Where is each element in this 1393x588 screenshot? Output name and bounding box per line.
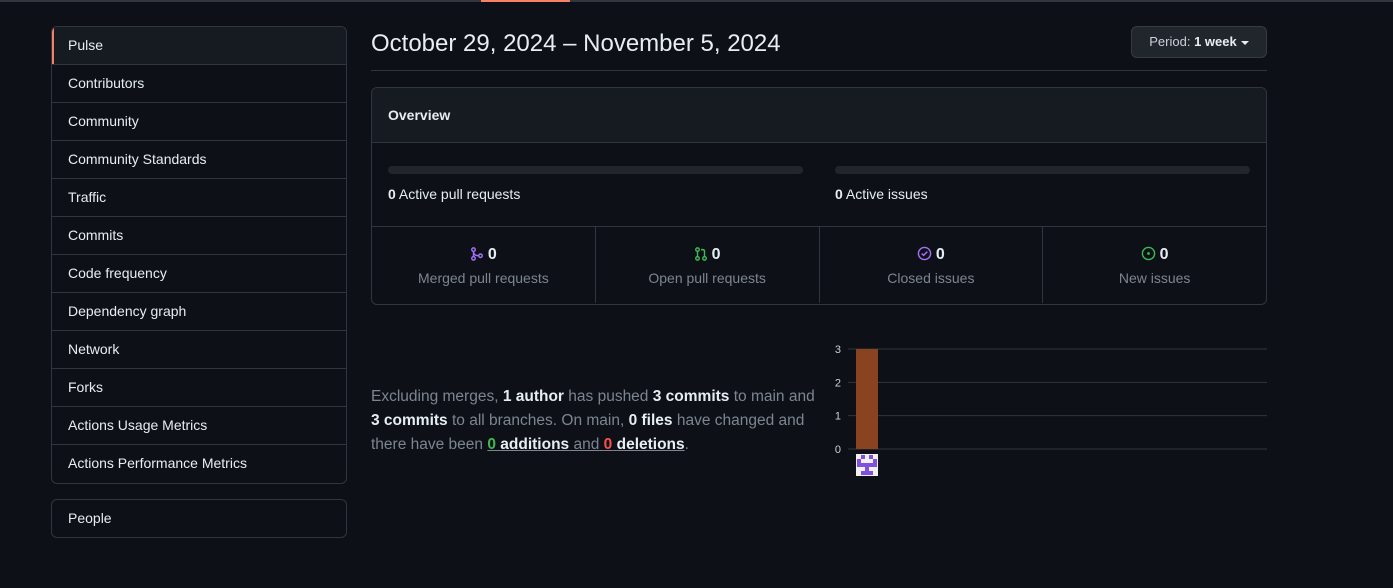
sidebar-item-actions-performance-metrics[interactable]: Actions Performance Metrics — [52, 445, 346, 483]
overview-progress-section: 0 Active pull requests 0 Active issues — [372, 143, 1266, 227]
active-issues-link[interactable]: 0 Active issues — [835, 186, 928, 202]
y-tick-label: 3 — [835, 344, 841, 356]
new-issues-stat[interactable]: 0 New issues — [1043, 227, 1266, 303]
active-tab-indicator — [481, 0, 570, 2]
top-border — [0, 0, 1393, 2]
commits-main-count: 3 commits — [652, 387, 730, 405]
closed-issues-stat[interactable]: 0 Closed issues — [820, 227, 1044, 303]
sidebar-item-community[interactable]: Community — [52, 103, 346, 141]
period-value: 1 week — [1194, 34, 1237, 49]
closed-issues-count: 0 — [935, 246, 945, 263]
commit-summary: Excluding merges, 1 author has pushed 3 … — [371, 387, 815, 453]
y-tick-label: 1 — [835, 411, 841, 423]
git-pull-request-icon — [694, 247, 707, 261]
period-dropdown-button[interactable]: Period: 1 week — [1131, 26, 1267, 58]
new-issues-label: New issues — [1118, 270, 1191, 286]
commits-all-count: 3 commits — [371, 411, 448, 429]
and-text: and — [573, 435, 600, 453]
active-pull-requests-count: 0 — [388, 186, 396, 202]
open-pull-requests-label: Open pull requests — [648, 270, 766, 286]
sidebar-item-network[interactable]: Network — [52, 331, 346, 369]
period-label: Period: — [1149, 34, 1191, 49]
commits-by-author-chart: 0 1 2 3 — [828, 340, 1268, 480]
issue-opened-icon — [1141, 246, 1155, 261]
merged-pull-requests-count: 0 — [487, 246, 497, 263]
additions-label: additions — [500, 435, 570, 453]
sidebar-item-contributors[interactable]: Contributors — [52, 65, 346, 103]
overview-title: Overview — [372, 88, 1266, 143]
active-issues-label: Active issues — [845, 186, 928, 202]
overview-stats: 0 Merged pull requests 0 Open pull reque… — [372, 227, 1266, 303]
merged-pull-requests-stat[interactable]: 0 Merged pull requests — [372, 227, 596, 303]
author-avatar[interactable] — [856, 454, 878, 476]
git-merge-icon — [470, 247, 483, 261]
caret-down-icon — [1240, 40, 1249, 45]
overview-box: Overview 0 Active pull requests 0 Active… — [371, 87, 1267, 305]
sidebar-item-forks[interactable]: Forks — [52, 369, 346, 407]
merged-pull-requests-label: Merged pull requests — [418, 270, 549, 286]
issue-closed-icon — [917, 246, 932, 261]
new-issues-count: 0 — [1159, 246, 1169, 263]
active-issues-count: 0 — [835, 186, 843, 202]
sidebar-item-traffic[interactable]: Traffic — [52, 179, 346, 217]
sidebar-item-people[interactable]: People — [51, 499, 347, 538]
sidebar-item-community-standards[interactable]: Community Standards — [52, 141, 346, 179]
closed-issues-label: Closed issues — [887, 270, 975, 286]
sidebar-item-actions-usage-metrics[interactable]: Actions Usage Metrics — [52, 407, 346, 445]
open-pull-requests-stat[interactable]: 0 Open pull requests — [596, 227, 820, 303]
header-divider — [371, 70, 1267, 71]
deletions-label: deletions — [616, 435, 685, 453]
page-title: October 29, 2024 – November 5, 2024 — [371, 30, 781, 57]
sidebar-item-commits[interactable]: Commits — [52, 217, 346, 255]
open-pull-requests-count: 0 — [711, 246, 721, 263]
authors-count: 1 author — [502, 387, 564, 405]
issues-progress-bar — [835, 166, 1250, 174]
deletions-count: 0 — [603, 435, 613, 453]
insights-sidebar: Pulse Contributors Community Community S… — [51, 26, 347, 484]
sidebar-item-code-frequency[interactable]: Code frequency — [52, 255, 346, 293]
y-tick-label: 0 — [835, 444, 841, 456]
commits-chart-svg: 0 1 2 3 — [835, 344, 1267, 476]
additions-count: 0 — [487, 435, 496, 453]
pull-requests-progress-bar — [388, 166, 803, 174]
y-tick-label: 2 — [835, 377, 841, 389]
active-pull-requests-label: Active pull requests — [398, 186, 521, 202]
files-changed-count: 0 files — [628, 411, 673, 429]
active-pull-requests-link[interactable]: 0 Active pull requests — [388, 186, 520, 202]
additions-deletions-link[interactable]: 0 additions and 0 deletions — [487, 436, 684, 453]
sidebar-item-pulse[interactable]: Pulse — [52, 27, 346, 65]
sidebar-item-dependency-graph[interactable]: Dependency graph — [52, 293, 346, 331]
commit-bar[interactable] — [856, 349, 878, 449]
